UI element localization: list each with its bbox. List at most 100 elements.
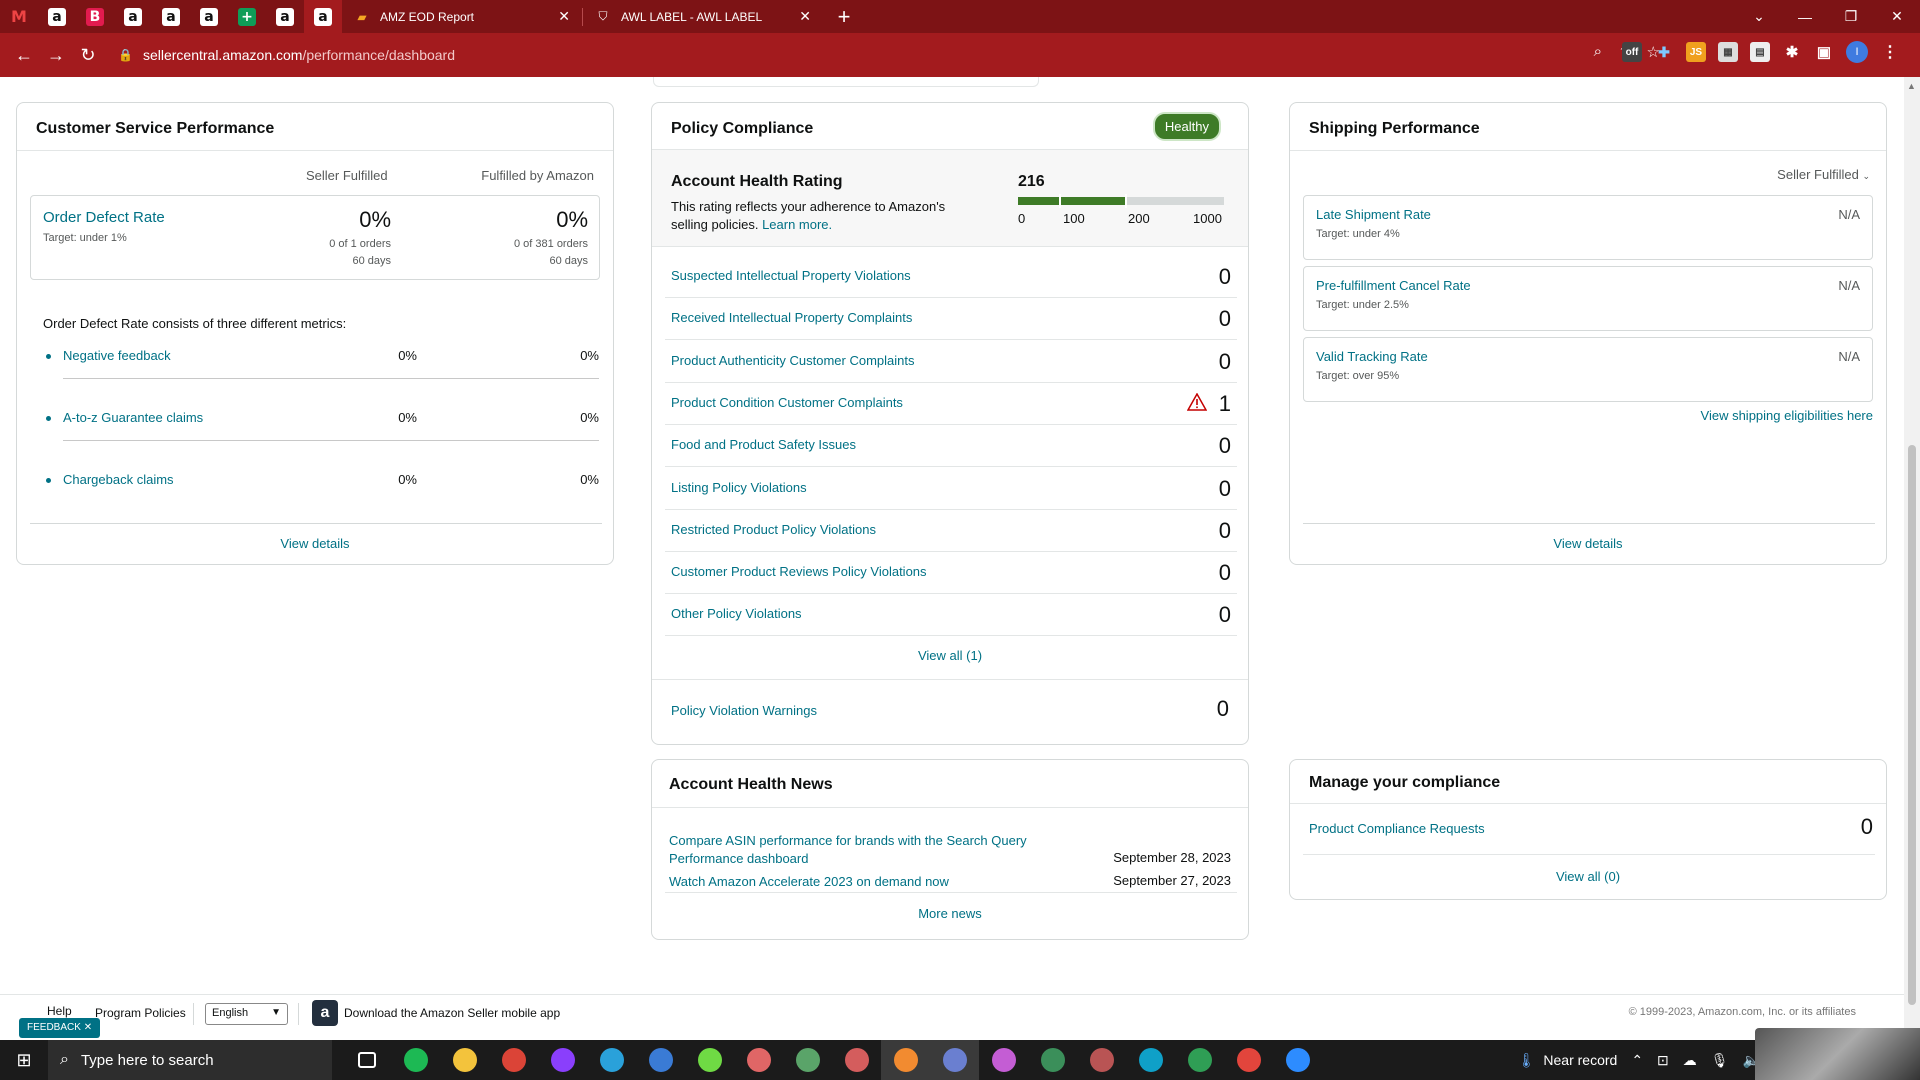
- taskbar-app[interactable]: [881, 1040, 930, 1080]
- cloud-icon[interactable]: ☁: [1683, 1052, 1697, 1069]
- extension-puzzle-blue-icon[interactable]: ✚: [1654, 42, 1674, 62]
- close-icon[interactable]: ✕: [558, 8, 570, 25]
- tab-awl-label[interactable]: ⛉ AWL LABEL - AWL LABEL ✕: [583, 0, 823, 33]
- close-icon[interactable]: ✕: [84, 1022, 92, 1033]
- lock-icon[interactable]: 🔒: [118, 48, 133, 62]
- taskbar-app[interactable]: [1175, 1040, 1224, 1080]
- taskbar-app[interactable]: [832, 1040, 881, 1080]
- program-policies-link[interactable]: Program Policies: [95, 1006, 186, 1020]
- news-title-link[interactable]: Watch Amazon Accelerate 2023 on demand n…: [669, 873, 1029, 891]
- policy-row-link[interactable]: Food and Product Safety Issues: [671, 437, 856, 452]
- view-all-link[interactable]: View all (1): [652, 648, 1248, 663]
- negative-feedback-link[interactable]: Negative feedback: [63, 348, 171, 363]
- extension-off-icon[interactable]: off: [1622, 42, 1642, 62]
- policy-row-link[interactable]: Product Authenticity Customer Complaints: [671, 353, 915, 368]
- feedback-button[interactable]: FEEDBACK ✕: [19, 1018, 101, 1038]
- download-app-link[interactable]: Download the Amazon Seller mobile app: [344, 1006, 560, 1020]
- taskbar-app[interactable]: [391, 1040, 440, 1080]
- microphone-icon[interactable]: 🎙: [1711, 1052, 1729, 1069]
- page-scrollbar[interactable]: ▲ ▼: [1904, 77, 1920, 1040]
- tab-amz-eod-report[interactable]: ▰ AMZ EOD Report ✕: [342, 0, 582, 33]
- valid-tracking-rate-link[interactable]: Valid Tracking Rate: [1316, 349, 1428, 364]
- amazon-seller-app-icon[interactable]: a: [312, 1000, 338, 1026]
- url-field[interactable]: 🔒 sellercentral.amazon.com/performance/d…: [118, 40, 1518, 70]
- order-defect-rate-link[interactable]: Order Defect Rate: [43, 209, 165, 226]
- taskbar-app[interactable]: [1273, 1040, 1322, 1080]
- pinned-tab[interactable]: B: [76, 0, 114, 33]
- scroll-up-icon[interactable]: ▲: [1907, 81, 1916, 91]
- product-compliance-requests-link[interactable]: Product Compliance Requests: [1309, 821, 1485, 836]
- taskbar-app[interactable]: [1126, 1040, 1175, 1080]
- side-panel-icon[interactable]: ▣: [1814, 42, 1834, 62]
- chargeback-claims-link[interactable]: Chargeback claims: [63, 472, 174, 487]
- chevron-up-icon[interactable]: ⌃: [1631, 1052, 1643, 1069]
- policy-row-link[interactable]: Received Intellectual Property Complaint…: [671, 310, 912, 325]
- taskbar-app[interactable]: [1028, 1040, 1077, 1080]
- extension-js-icon[interactable]: JS: [1686, 42, 1706, 62]
- weather-widget[interactable]: 🌡 Near record: [1518, 1052, 1618, 1069]
- forward-button[interactable]: →: [40, 39, 72, 71]
- taskbar-app[interactable]: [734, 1040, 783, 1080]
- taskbar-app[interactable]: [685, 1040, 734, 1080]
- extensions-icon[interactable]: ✱: [1782, 42, 1802, 62]
- taskbar-app[interactable]: [783, 1040, 832, 1080]
- fulfillment-dropdown[interactable]: Seller Fulfilled ⌄: [1777, 167, 1870, 182]
- back-button[interactable]: ←: [8, 39, 40, 71]
- taskbar-app[interactable]: [342, 1040, 391, 1080]
- pinned-tab[interactable]: a: [190, 0, 228, 33]
- profile-avatar[interactable]: I: [1846, 41, 1868, 63]
- close-window-button[interactable]: ✕: [1874, 0, 1920, 33]
- language-select[interactable]: English ▼: [205, 1003, 288, 1025]
- taskbar-app[interactable]: [979, 1040, 1028, 1080]
- view-details-link[interactable]: View details: [17, 536, 613, 551]
- policy-row-link[interactable]: Customer Product Reviews Policy Violatio…: [671, 564, 927, 579]
- late-shipment-rate-link[interactable]: Late Shipment Rate: [1316, 207, 1431, 222]
- restore-button[interactable]: ❐: [1828, 0, 1874, 33]
- taskbar-app[interactable]: [440, 1040, 489, 1080]
- policy-violation-warnings-link[interactable]: Policy Violation Warnings: [671, 703, 817, 718]
- pinned-tab[interactable]: a: [114, 0, 152, 33]
- policy-row-link[interactable]: Product Condition Customer Complaints: [671, 395, 903, 410]
- close-icon[interactable]: ✕: [799, 8, 811, 25]
- policy-row-link[interactable]: Other Policy Violations: [671, 606, 802, 621]
- a-to-z-claims-link[interactable]: A-to-z Guarantee claims: [63, 410, 203, 425]
- extension-table-icon[interactable]: ▦: [1718, 42, 1738, 62]
- taskbar-search[interactable]: ⌕ Type here to search: [48, 1040, 332, 1080]
- zoom-icon[interactable]: ⌕: [1594, 43, 1602, 61]
- tab-search-icon[interactable]: ⌄: [1736, 0, 1782, 33]
- view-details-link[interactable]: View details: [1290, 536, 1886, 551]
- reload-button[interactable]: ↻: [72, 39, 104, 71]
- pinned-tab[interactable]: +: [228, 0, 266, 33]
- pinned-tab[interactable]: a: [304, 0, 342, 33]
- taskbar-app[interactable]: [587, 1040, 636, 1080]
- taskbar-app[interactable]: [538, 1040, 587, 1080]
- pinned-tab[interactable]: a: [38, 0, 76, 33]
- taskbar-app[interactable]: [636, 1040, 685, 1080]
- policy-row-link[interactable]: Listing Policy Violations: [671, 480, 807, 495]
- help-link[interactable]: Help: [47, 1004, 72, 1018]
- pre-fulfillment-cancel-rate-link[interactable]: Pre-fulfillment Cancel Rate: [1316, 278, 1471, 293]
- new-tab-button[interactable]: +: [829, 2, 859, 32]
- windows-start-icon[interactable]: ⊞: [0, 1040, 48, 1080]
- taskbar-app[interactable]: [1224, 1040, 1273, 1080]
- network-icon[interactable]: ⊡: [1657, 1052, 1669, 1069]
- policy-row-link[interactable]: Restricted Product Policy Violations: [671, 522, 876, 537]
- news-title-link[interactable]: Compare ASIN performance for brands with…: [669, 832, 1029, 868]
- view-all-link[interactable]: View all (0): [1290, 869, 1886, 884]
- shipping-eligibilities-link[interactable]: View shipping eligibilities here: [1701, 408, 1873, 423]
- policy-row-count: 0: [1218, 264, 1231, 289]
- pinned-tab[interactable]: a: [152, 0, 190, 33]
- learn-more-link[interactable]: Learn more.: [762, 217, 832, 232]
- taskbar-app[interactable]: [489, 1040, 538, 1080]
- pinned-tab[interactable]: M: [0, 0, 38, 33]
- menu-kebab-icon[interactable]: ⋮: [1880, 42, 1900, 62]
- scrollbar-thumb[interactable]: [1908, 445, 1916, 1005]
- taskbar-app[interactable]: [1077, 1040, 1126, 1080]
- minimize-button[interactable]: —: [1782, 0, 1828, 33]
- taskbar-app[interactable]: [930, 1040, 979, 1080]
- pinned-tab[interactable]: a: [266, 0, 304, 33]
- more-news-link[interactable]: More news: [652, 906, 1248, 921]
- news-item: Watch Amazon Accelerate 2023 on demand n…: [669, 873, 1231, 891]
- policy-row-link[interactable]: Suspected Intellectual Property Violatio…: [671, 268, 911, 283]
- extension-chart-icon[interactable]: ▤: [1750, 42, 1770, 62]
